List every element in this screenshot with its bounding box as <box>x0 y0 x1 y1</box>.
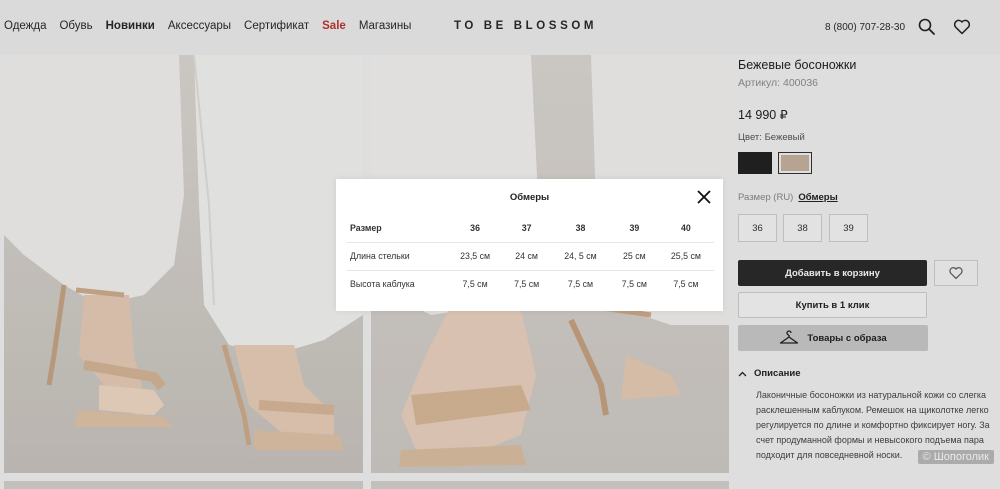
nav-stores[interactable]: Магазины <box>359 20 412 32</box>
nav-sale[interactable]: Sale <box>322 20 346 32</box>
table-cell: 24 см <box>503 242 551 271</box>
product-article: Артикул: 400036 <box>738 77 819 89</box>
nav-clothing[interactable]: Одежда <box>4 20 46 32</box>
look-items-button[interactable]: Товары с образа <box>738 325 928 351</box>
product-title: Бежевые босоножки <box>738 58 857 72</box>
nav-accessories[interactable]: Аксессуары <box>168 20 231 32</box>
product-info: Бежевые босоножки Артикул: 400036 14 990… <box>738 55 1000 489</box>
product-photo-1[interactable] <box>4 55 363 473</box>
phone-number[interactable]: 8 (800) 707-28-30 <box>825 22 905 33</box>
add-to-favorites-button[interactable] <box>934 260 978 286</box>
chevron-up-icon <box>738 371 747 376</box>
size-button-38[interactable]: 38 <box>783 214 822 242</box>
header-38: 38 <box>550 215 611 243</box>
search-icon[interactable] <box>917 17 937 37</box>
modal-title: Обмеры <box>509 192 550 203</box>
color-label: Цвет: Бежевый <box>738 132 805 143</box>
table-row: Длина стельки 23,5 см 24 см 24, 5 см 25 … <box>347 242 714 271</box>
buy-one-click-button[interactable]: Купить в 1 клик <box>738 292 927 318</box>
measurements-table: Размер 36 37 38 39 40 Длина стельки 23,5… <box>347 215 714 298</box>
header-40: 40 <box>657 215 714 243</box>
nav-new[interactable]: Новинки <box>106 20 155 32</box>
table-cell: 7,5 см <box>621 279 647 290</box>
header-36: 36 <box>447 215 504 243</box>
color-swatch-beige[interactable] <box>778 152 812 174</box>
size-button-39[interactable]: 39 <box>829 214 868 242</box>
header-39: 39 <box>610 215 658 243</box>
nav-shoes[interactable]: Обувь <box>59 20 92 32</box>
size-label-text: Размер (RU) <box>738 192 794 203</box>
product-price: 14 990 ₽ <box>738 108 788 122</box>
add-to-cart-button[interactable]: Добавить в корзину <box>738 260 927 286</box>
color-swatch-black[interactable] <box>738 152 772 174</box>
description-title: Описание <box>754 368 801 379</box>
table-cell: 7,5 см <box>673 279 699 290</box>
size-label: Размер (RU) Обмеры <box>738 192 838 203</box>
look-items-label: Товары с образа <box>807 332 887 344</box>
measurements-link[interactable]: Обмеры <box>798 192 837 203</box>
watermark: © Шопоголик <box>917 450 994 464</box>
heart-icon[interactable] <box>952 17 972 37</box>
header: Одежда Обувь Новинки Аксессуары Сертифик… <box>0 0 1000 55</box>
table-cell: 7,5 см <box>514 279 540 290</box>
thumbnail-photo-4[interactable] <box>371 481 729 489</box>
header-37: 37 <box>503 215 551 243</box>
table-row: Высота каблука 7,5 см 7,5 см 7,5 см 7,5 … <box>347 270 714 298</box>
measurements-modal: Обмеры Размер 36 37 38 39 40 Длина стель… <box>336 179 723 311</box>
table-cell: 24, 5 см <box>550 242 611 271</box>
row-label: Длина стельки <box>347 242 447 271</box>
row-label: Высота каблука <box>350 279 415 290</box>
table-header-row: Размер 36 37 38 39 40 <box>347 215 714 243</box>
table-cell: 7,5 см <box>567 279 594 290</box>
heart-icon <box>949 267 963 280</box>
nav-certificate[interactable]: Сертификат <box>244 20 309 32</box>
thumbnail-photo-3[interactable] <box>4 481 363 489</box>
table-cell: 25 см <box>610 242 658 271</box>
logo[interactable]: TO BE BLOSSOM <box>454 20 597 32</box>
close-icon[interactable] <box>697 190 711 204</box>
table-cell: 7,5 см <box>462 279 488 290</box>
table-cell: 23,5 см <box>447 242 504 271</box>
main-nav: Одежда Обувь Новинки Аксессуары Сертифик… <box>4 20 411 32</box>
table-cell: 25,5 см <box>657 242 714 271</box>
page: Одежда Обувь Новинки Аксессуары Сертифик… <box>0 0 1000 489</box>
size-button-36[interactable]: 36 <box>738 214 777 242</box>
header-size: Размер <box>347 215 447 243</box>
hanger-icon <box>780 330 799 344</box>
description-toggle[interactable]: Описание <box>738 368 801 379</box>
